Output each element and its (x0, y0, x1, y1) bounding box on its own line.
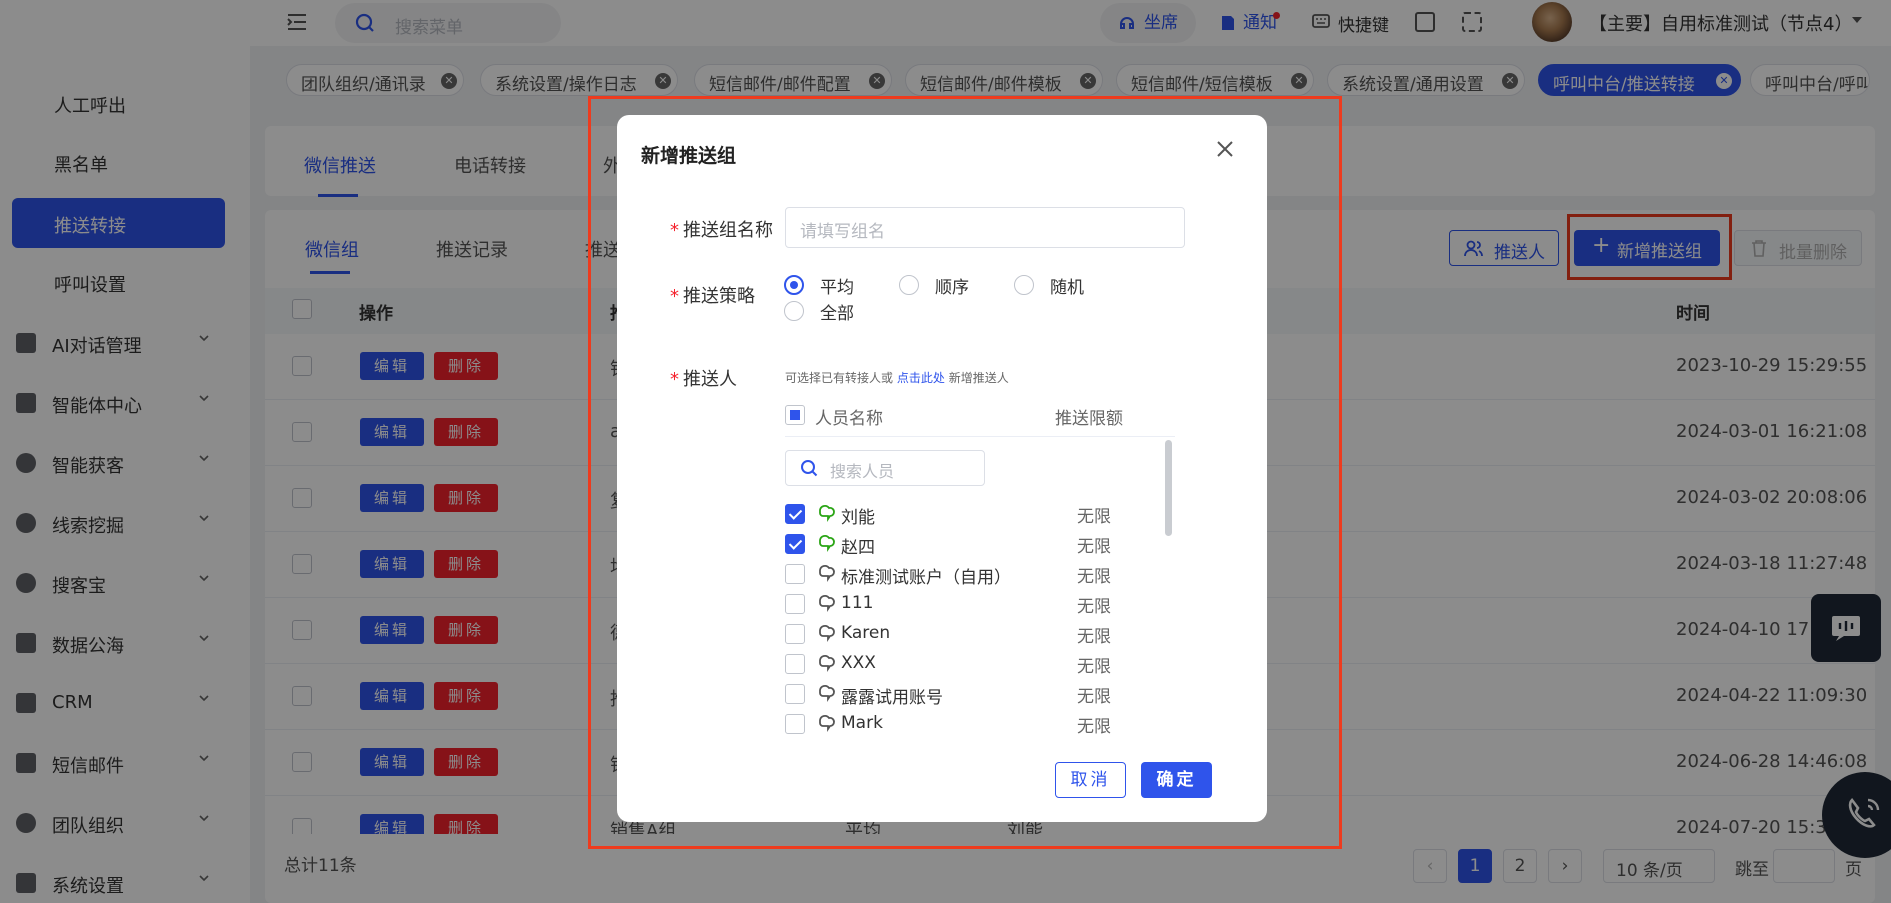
radio-label-average: 平均 (820, 278, 854, 298)
wechat-icon (819, 655, 835, 672)
strategy-label: * 推送策略 (670, 286, 755, 307)
list-item[interactable]: 赵四 无限 (785, 532, 1165, 558)
label-text: 推送策略 (683, 286, 755, 307)
select-all-people-checkbox[interactable] (785, 405, 805, 425)
close-icon[interactable] (1215, 139, 1235, 159)
search-icon (801, 460, 818, 477)
wechat-icon (819, 505, 835, 522)
person-checkbox[interactable] (785, 654, 805, 674)
person-quota: 无限 (1077, 507, 1111, 527)
person-quota: 无限 (1077, 687, 1111, 707)
radio-average[interactable] (784, 275, 804, 295)
person-checkbox[interactable] (785, 714, 805, 734)
wechat-icon (819, 595, 835, 612)
person-name: 刘能 (841, 508, 875, 528)
list-divider (785, 436, 1175, 437)
list-item[interactable]: 露露试用账号 无限 (785, 682, 1165, 708)
radio-label-random: 随机 (1050, 278, 1084, 298)
wechat-icon (819, 685, 835, 702)
person-name: XXX (841, 653, 876, 673)
input-placeholder: 请填写组名 (800, 222, 885, 242)
list-item[interactable]: XXX 无限 (785, 652, 1165, 677)
pusher-label: * 推送人 (670, 369, 737, 390)
radio-random[interactable] (1014, 275, 1034, 295)
col-person-name: 人员名称 (815, 409, 883, 429)
add-pusher-link[interactable]: 点击此处 (897, 371, 945, 385)
radio-label-sequence: 顺序 (935, 278, 969, 298)
people-search-input[interactable]: 搜索人员 (785, 450, 985, 486)
person-name: Mark (841, 713, 883, 733)
wechat-icon (819, 625, 835, 642)
confirm-button[interactable]: 确定 (1141, 762, 1212, 798)
person-checkbox[interactable] (785, 594, 805, 614)
person-quota: 无限 (1077, 567, 1111, 587)
dialog-title: 新增推送组 (641, 145, 737, 167)
person-quota: 无限 (1077, 717, 1111, 737)
group-name-label: * 推送组名称 (670, 220, 773, 241)
person-quota: 无限 (1077, 657, 1111, 677)
person-name: 露露试用账号 (841, 688, 943, 708)
list-item[interactable]: 刘能 无限 (785, 502, 1165, 528)
radio-sequence[interactable] (899, 275, 919, 295)
person-checkbox[interactable] (785, 504, 805, 524)
wechat-icon (819, 715, 835, 732)
person-name: 标准测试账户（自用） (841, 568, 1011, 588)
person-name: Karen (841, 623, 891, 643)
list-item[interactable]: 标准测试账户（自用） 无限 (785, 562, 1165, 588)
group-name-input[interactable]: 请填写组名 (785, 207, 1185, 248)
person-checkbox[interactable] (785, 534, 805, 554)
pusher-hint: 可选择已有转接人或 点击此处 新增推送人 (785, 369, 1009, 386)
app-root: 人工呼出 黑名单 推送转接 呼叫设置 AI对话管理 智能体中心 智能获客 线索挖… (0, 0, 1891, 903)
person-quota: 无限 (1077, 627, 1111, 647)
hint-prefix: 可选择已有转接人或 (785, 371, 894, 385)
label-text: 推送组名称 (683, 220, 773, 241)
wechat-icon (819, 535, 835, 552)
person-name: 赵四 (841, 538, 875, 558)
label-text: 推送人 (683, 369, 737, 390)
person-quota: 无限 (1077, 537, 1111, 557)
person-name: 111 (841, 593, 874, 613)
wechat-icon (819, 565, 835, 582)
cancel-button[interactable]: 取消 (1055, 762, 1126, 798)
person-checkbox[interactable] (785, 624, 805, 644)
list-scrollbar[interactable] (1165, 440, 1172, 536)
add-push-group-dialog: 新增推送组 * 推送组名称 请填写组名 * 推送策略 平均 顺序 随机 全部 * 推送… (617, 115, 1267, 822)
person-checkbox[interactable] (785, 684, 805, 704)
radio-all[interactable] (784, 301, 804, 321)
list-item[interactable]: Karen 无限 (785, 622, 1165, 647)
search-placeholder: 搜索人员 (830, 462, 895, 481)
col-push-quota: 推送限额 (1055, 409, 1123, 429)
list-item[interactable]: 111 无限 (785, 592, 1165, 617)
radio-label-all: 全部 (820, 304, 854, 324)
hint-suffix: 新增推送人 (948, 371, 1009, 385)
list-item[interactable]: Mark 无限 (785, 712, 1165, 737)
person-checkbox[interactable] (785, 564, 805, 584)
person-quota: 无限 (1077, 597, 1111, 617)
